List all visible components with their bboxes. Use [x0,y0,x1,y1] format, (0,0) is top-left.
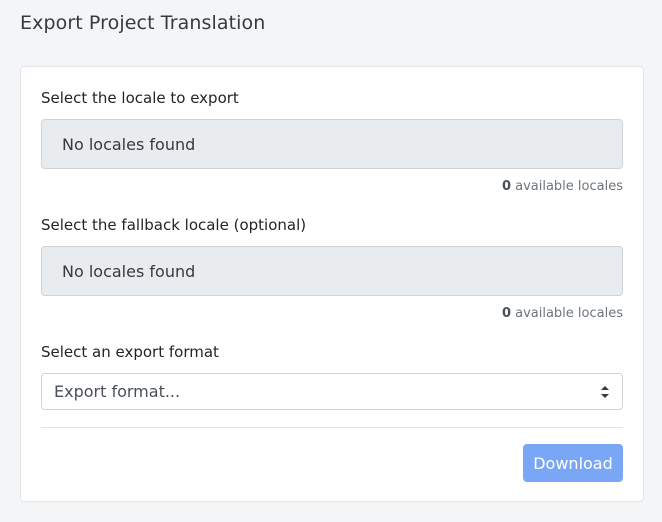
fallback-locale-count-number: 0 [501,306,511,321]
page-title: Export Project Translation [20,12,266,34]
fallback-locale-count: 0 available locales [502,306,623,321]
locale-label: Select the locale to export [41,89,239,107]
export-format-select[interactable]: Export format... [41,373,623,410]
export-format-label: Select an export format [41,343,219,361]
download-button[interactable]: Download [523,444,623,482]
export-format-selected: Export format... [54,382,181,401]
fallback-locale-count-text: available locales [510,306,623,321]
fallback-locale-select-value: No locales found [62,261,196,281]
divider [41,427,623,428]
locale-count-number: 0 [501,179,511,194]
export-card: Select the locale to export No locales f… [20,66,644,502]
fallback-locale-select[interactable]: No locales found [41,246,623,296]
locale-select-value: No locales found [62,134,196,154]
locale-select[interactable]: No locales found [41,119,623,169]
select-caret-icon [601,386,609,398]
fallback-locale-label: Select the fallback locale (optional) [41,216,307,234]
locale-count: 0 available locales [502,179,623,194]
locale-count-text: available locales [510,179,623,194]
